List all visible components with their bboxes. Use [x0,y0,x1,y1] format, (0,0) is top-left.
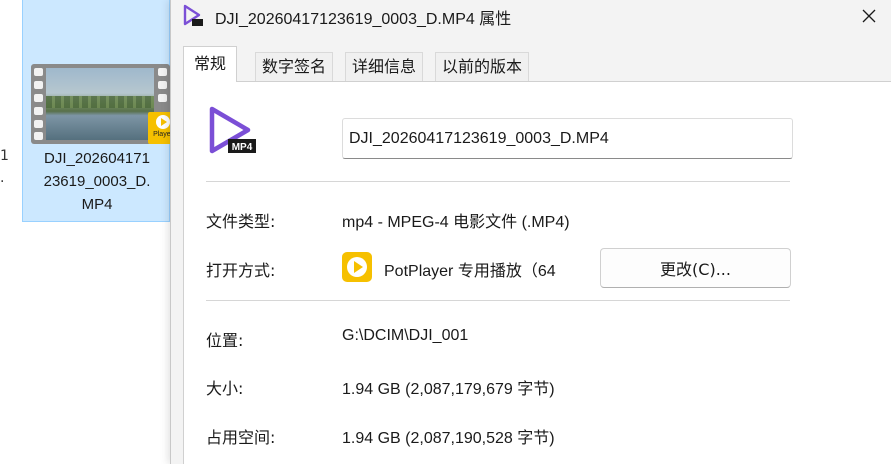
close-button[interactable] [846,0,891,32]
size-value: 1.94 GB (2,087,179,679 字节) [342,381,555,398]
size-on-disk-label: 占用空间: [206,428,276,447]
file-type-value: mp4 - MPEG-4 电影文件 (.MP4) [342,214,570,231]
tab-digital-signatures[interactable]: 数字签名 [255,52,334,81]
potplayer-icon [342,252,372,282]
tab-general[interactable]: 常规 [183,46,238,82]
size-label: 大小: [206,379,244,398]
video-frame-preview [46,68,154,140]
size-on-disk-value: 1.94 GB (2,087,190,528 字节) [342,430,555,447]
general-tab-panel: MP4 文件类型: mp4 - MPEG-4 电影文件 (.MP4) 打开方式:… [183,81,891,464]
opens-with-label: 打开方式: [206,261,276,280]
edge-text-2: . [0,170,5,186]
opens-with-value: PotPlayer 专用播放（64 [384,263,556,280]
selected-file-tile[interactable]: Player DJI_202604171 23619_0003_D. MP4 [22,0,178,222]
edge-text-1: 1 [0,148,9,164]
file-name-input[interactable] [342,118,793,159]
file-name-label: DJI_202604171 23619_0003_D. MP4 [43,150,151,213]
properties-dialog: DJI_20260417123619_0003_D.MP4 属性 常规 数字签名… [170,0,891,464]
file-type-label: 文件类型: [206,212,276,231]
divider [206,300,790,301]
divider [206,181,790,182]
mp4-file-icon [183,4,203,26]
tab-details[interactable]: 详细信息 [345,52,424,81]
change-button[interactable]: 更改(C)... [600,248,791,288]
location-value: G:\DCIM\DJI_001 [342,327,469,344]
dialog-title: DJI_20260417123619_0003_D.MP4 属性 [215,11,512,28]
explorer-pane: Player DJI_202604171 23619_0003_D. MP4 1… [0,0,178,464]
mp4-file-icon: MP4 [209,106,256,154]
mp4-badge-text: MP4 [232,142,253,153]
tab-previous-versions[interactable]: 以前的版本 [435,52,530,81]
title-bar[interactable]: DJI_20260417123619_0003_D.MP4 属性 [171,0,891,32]
close-icon [862,9,876,23]
location-label: 位置: [206,331,244,350]
screen: Player DJI_202604171 23619_0003_D. MP4 1… [0,0,891,464]
